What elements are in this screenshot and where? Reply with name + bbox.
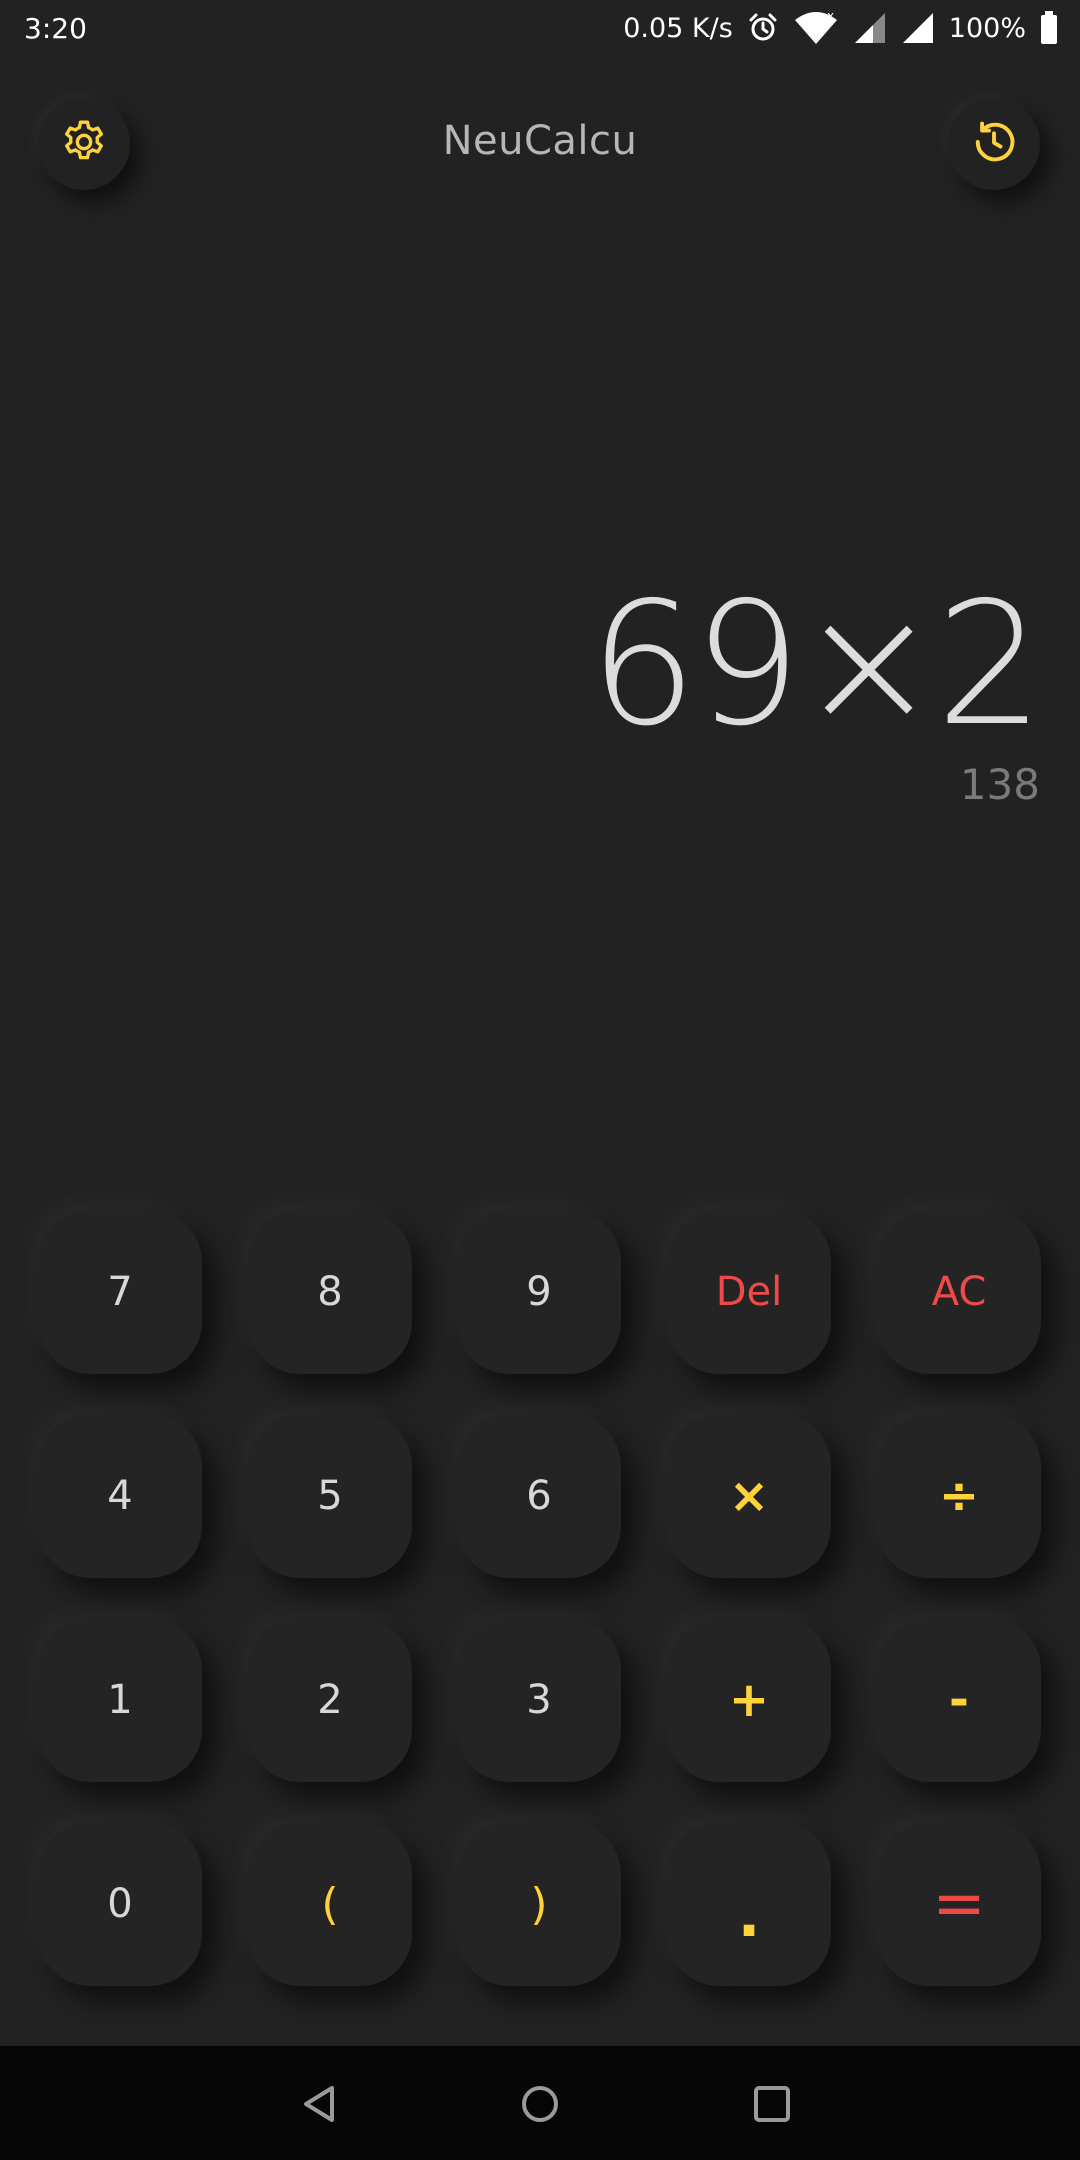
multiply-button[interactable]: × <box>667 1414 831 1578</box>
recents-icon <box>750 2082 794 2130</box>
alarm-icon <box>747 12 779 44</box>
decimal-button[interactable]: . <box>667 1822 831 1986</box>
history-icon <box>968 116 1020 172</box>
minus-button[interactable]: - <box>877 1618 1041 1782</box>
digit-0-button[interactable]: 0 <box>38 1822 202 1986</box>
divide-button[interactable]: ÷ <box>877 1414 1041 1578</box>
digit-9-button[interactable]: 9 <box>457 1210 621 1374</box>
expression-display: 69×2 <box>589 566 1044 764</box>
digit-3-button[interactable]: 3 <box>457 1618 621 1782</box>
close-paren-button[interactable]: ) <box>457 1822 621 1986</box>
battery-percent: 100% <box>948 12 1026 44</box>
history-button[interactable] <box>948 98 1040 190</box>
network-speed: 0.05 K/s <box>623 12 733 44</box>
plus-button[interactable]: + <box>667 1618 831 1782</box>
digit-1-button[interactable]: 1 <box>38 1618 202 1782</box>
digit-7-button[interactable]: 7 <box>38 1210 202 1374</box>
home-button[interactable] <box>512 2078 568 2134</box>
status-time: 3:20 <box>24 12 87 45</box>
digit-8-button[interactable]: 8 <box>248 1210 412 1374</box>
wifi-icon: x <box>793 10 839 46</box>
back-button[interactable] <box>292 2078 348 2134</box>
home-icon <box>518 2082 562 2130</box>
clear-button[interactable]: AC <box>877 1210 1041 1374</box>
app-title: NeuCalcu <box>442 118 638 164</box>
result-display: 138 <box>959 760 1040 809</box>
signal-icon <box>901 11 935 45</box>
svg-text:x: x <box>827 10 834 23</box>
navigation-bar <box>0 2046 1080 2160</box>
recents-button[interactable] <box>744 2078 800 2134</box>
equals-button[interactable]: = <box>877 1822 1041 1986</box>
digit-6-button[interactable]: 6 <box>457 1414 621 1578</box>
digit-2-button[interactable]: 2 <box>248 1618 412 1782</box>
status-icons: 0.05 K/s x 100% <box>623 8 1058 48</box>
digit-4-button[interactable]: 4 <box>38 1414 202 1578</box>
digit-5-button[interactable]: 5 <box>248 1414 412 1578</box>
delete-button[interactable]: Del <box>667 1210 831 1374</box>
open-paren-button[interactable]: ( <box>248 1822 412 1986</box>
battery-icon <box>1040 11 1058 45</box>
signal-icon <box>853 11 887 45</box>
status-bar: 3:20 0.05 K/s x 100% <box>0 0 1080 56</box>
back-icon <box>298 2082 342 2130</box>
